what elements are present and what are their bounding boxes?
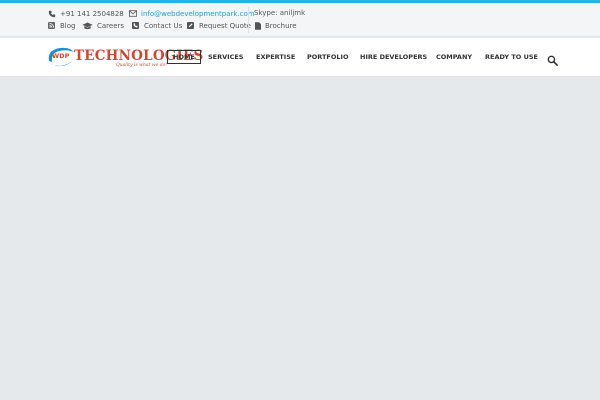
brochure-link[interactable]: Brochure	[254, 21, 297, 30]
careers-label: Careers	[97, 21, 125, 30]
phone-square-icon	[131, 21, 140, 30]
request-quote-label: Request Quote	[199, 21, 251, 30]
rss-icon	[47, 21, 56, 30]
phone-icon	[47, 9, 56, 18]
nav-expertise[interactable]: EXPERTISE	[256, 50, 295, 64]
main-content-area	[0, 78, 600, 400]
edit-icon	[186, 21, 195, 30]
file-icon	[254, 21, 261, 30]
logo-badge: WDP	[52, 52, 70, 60]
nav-ready-to-use[interactable]: READY TO USE	[485, 50, 538, 64]
nav-hire-developers[interactable]: HIRE DEVELOPERS	[360, 50, 427, 64]
graduation-cap-icon	[82, 21, 93, 30]
topbar-divider	[248, 7, 249, 33]
main-navbar: WDP TECHNOLOGIES Quality is what we do! …	[0, 38, 600, 77]
skype-info: Skype: aniljmk	[254, 9, 305, 17]
nav-services[interactable]: SERVICES	[208, 50, 243, 64]
blog-label: Blog	[60, 21, 76, 30]
nav-company[interactable]: COMPANY	[436, 50, 472, 64]
brochure-label: Brochure	[265, 21, 297, 30]
top-contact-bar: +91 141 2504828 info@webdevelopmentpark.…	[0, 3, 600, 37]
email-link[interactable]: info@webdevelopmentpark.com	[141, 10, 255, 18]
logo-tagline: Quality is what we do!	[116, 63, 168, 68]
search-icon[interactable]	[547, 51, 558, 66]
email-info[interactable]: info@webdevelopmentpark.com	[128, 9, 255, 18]
company-logo[interactable]: WDP TECHNOLOGIES Quality is what we do!	[46, 42, 203, 74]
nav-home[interactable]: HOME	[167, 50, 201, 64]
request-quote-link[interactable]: Request Quote	[186, 21, 251, 30]
skype-id: Skype: aniljmk	[254, 9, 306, 17]
nav-portfolio[interactable]: PORTFOLIO	[307, 50, 349, 64]
envelope-icon	[128, 9, 137, 18]
contact-label: Contact Us	[144, 21, 183, 30]
phone-number: +91 141 2504828	[60, 9, 124, 18]
contact-link[interactable]: Contact Us	[131, 21, 182, 30]
phone-info: +91 141 2504828	[47, 9, 124, 18]
blog-link[interactable]: Blog	[47, 21, 75, 30]
careers-link[interactable]: Careers	[82, 21, 124, 30]
